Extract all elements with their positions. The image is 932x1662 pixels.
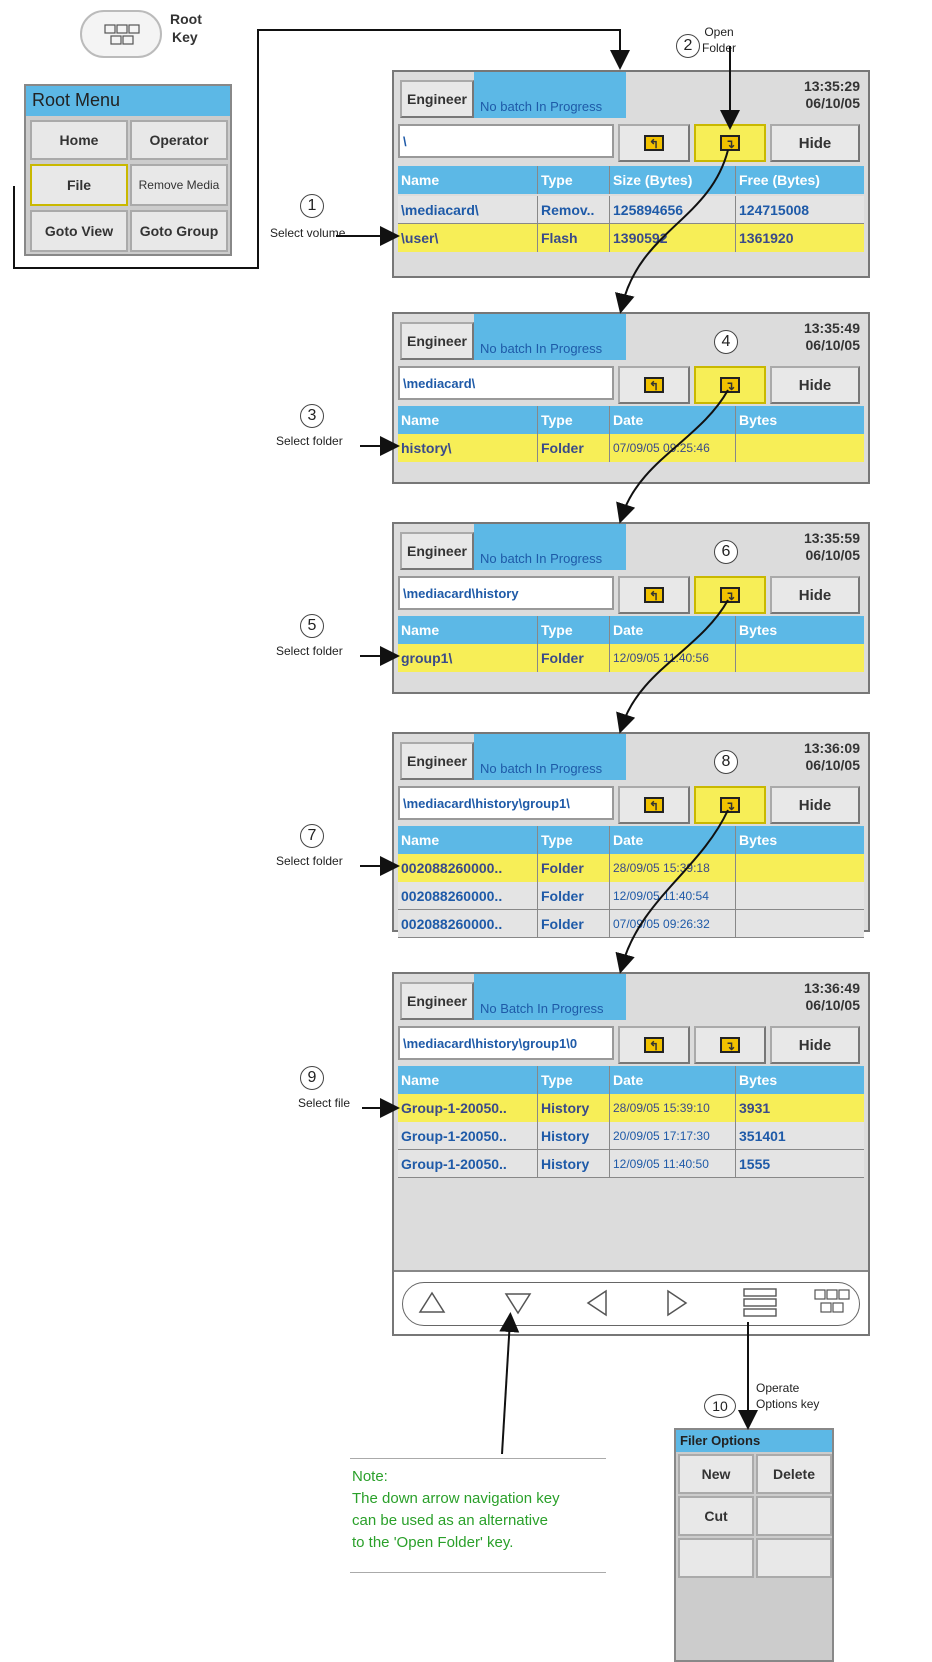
arrow-to-screen-5 (615, 809, 729, 974)
arrow-to-screen-3 (616, 389, 729, 524)
connector-arrows (13, 29, 758, 1455)
arrow-to-screen-4 (616, 599, 729, 734)
arrow-to-screen-2 (615, 149, 729, 314)
arrow-down-key (499, 1312, 520, 1455)
arrow-file-to-screen (13, 29, 630, 269)
